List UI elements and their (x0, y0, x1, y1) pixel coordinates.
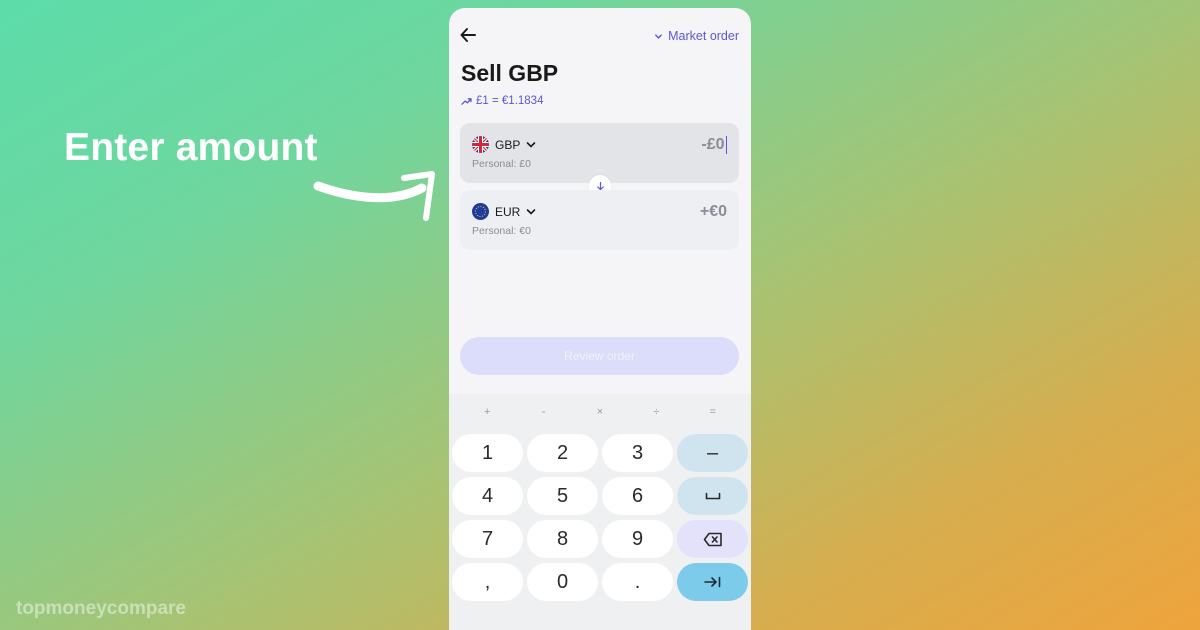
operator-key[interactable]: ÷ (641, 406, 671, 418)
top-bar: Market order (449, 8, 751, 64)
page-title: Sell GBP (461, 60, 559, 86)
market-order-button[interactable]: Market order (654, 29, 739, 43)
digit-key[interactable]: , (452, 563, 523, 601)
digit-key[interactable]: 8 (527, 520, 598, 558)
text-caret (725, 136, 727, 154)
next-key[interactable] (677, 563, 748, 601)
chevron-down-icon (527, 141, 536, 148)
sell-balance: Personal: £0 (472, 158, 531, 170)
sell-currency-code: GBP (495, 137, 521, 152)
digit-key[interactable]: 7 (452, 520, 523, 558)
sell-currency-select[interactable]: GBP (472, 136, 536, 153)
chevron-down-icon (655, 33, 663, 39)
space-key[interactable] (677, 477, 748, 515)
digit-key[interactable]: 2 (527, 434, 598, 472)
buy-currency-code: EUR (495, 204, 521, 219)
phone-screen: Market order Sell GBP £1 = €1.1834 GBP P… (449, 8, 751, 630)
operator-key[interactable]: × (585, 406, 615, 418)
buy-currency-select[interactable]: EUR (472, 203, 536, 220)
buy-currency-card[interactable]: EUR Personal: €0 +€0 (460, 190, 739, 250)
trend-up-icon (461, 97, 472, 105)
operator-key[interactable]: + (472, 406, 502, 418)
watermark: topmoneycompare (16, 598, 186, 619)
operator-key[interactable]: = (698, 406, 728, 418)
market-order-label: Market order (668, 29, 739, 43)
sell-amount-input[interactable]: -£0 (701, 136, 727, 154)
uk-flag-icon (472, 136, 489, 153)
digit-key[interactable]: 3 (602, 434, 673, 472)
sell-currency-card[interactable]: GBP Personal: £0 -£0 (460, 123, 739, 183)
buy-balance: Personal: €0 (472, 225, 531, 237)
backspace-icon (703, 532, 722, 546)
key-grid: 1 2 3– 4 5 6 7 8 9, 0. (452, 434, 748, 601)
digit-key[interactable]: 4 (452, 477, 523, 515)
sell-amount-value: -£0 (701, 136, 725, 153)
operator-row: + - × ÷ = (449, 394, 751, 430)
curved-arrow-icon (313, 171, 435, 221)
arrow-left-icon[interactable] (459, 26, 477, 44)
digit-key[interactable]: 1 (452, 434, 523, 472)
exchange-rate-text: £1 = €1.1834 (476, 95, 544, 107)
minus-key[interactable]: – (677, 434, 748, 472)
review-order-button[interactable]: Review order (460, 337, 739, 375)
digit-key[interactable]: 6 (602, 477, 673, 515)
headline: Enter amount (64, 126, 318, 169)
tab-arrow-icon (703, 576, 720, 588)
backspace-key[interactable] (677, 520, 748, 558)
buy-amount-value: +€0 (699, 203, 727, 220)
exchange-rate[interactable]: £1 = €1.1834 (461, 95, 543, 107)
digit-key[interactable]: 0 (527, 563, 598, 601)
digit-key[interactable]: 5 (527, 477, 598, 515)
eu-flag-icon (472, 203, 489, 220)
digit-key[interactable]: . (602, 563, 673, 601)
space-icon (705, 492, 720, 500)
numeric-keyboard: + - × ÷ = 1 2 3– 4 5 6 7 8 9, 0. (449, 394, 751, 630)
operator-key[interactable]: - (529, 406, 559, 418)
chevron-down-icon (527, 208, 536, 215)
digit-key[interactable]: 9 (602, 520, 673, 558)
